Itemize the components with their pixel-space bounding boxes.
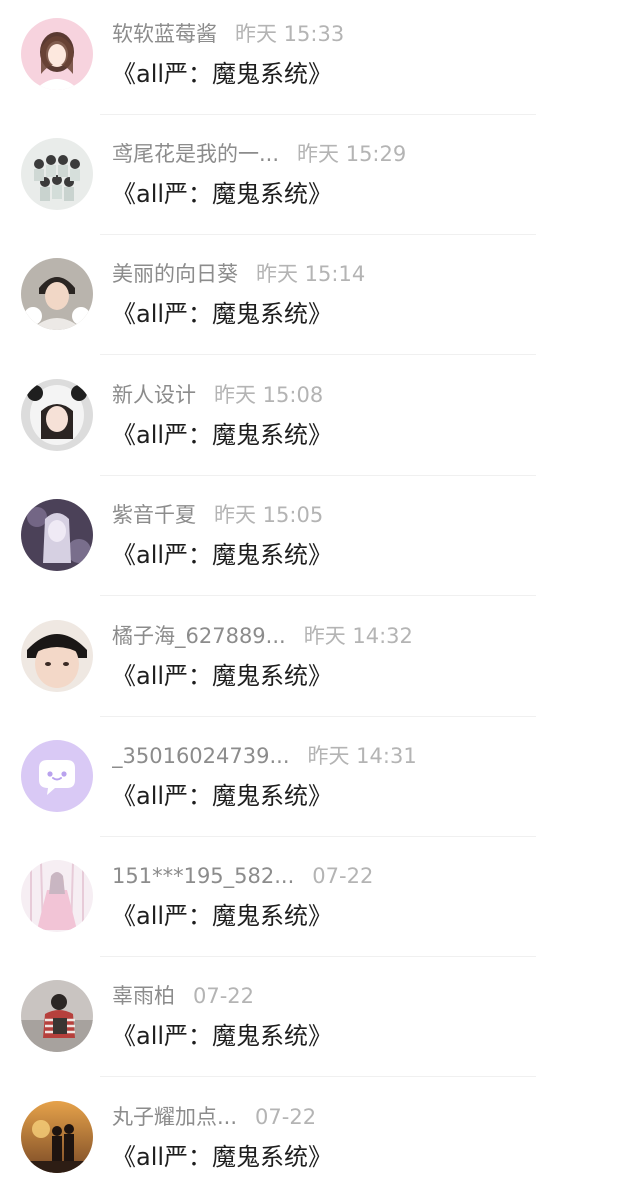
- comment-meta: 丸子耀加点... 07-22: [112, 1101, 316, 1133]
- comment-meta: 鸢尾花是我的一... 昨天 15:29: [112, 138, 406, 170]
- timestamp: 昨天 15:14: [256, 262, 366, 286]
- timestamp: 昨天 14:32: [303, 624, 413, 648]
- comment-text: 《all严：魔鬼系统》: [112, 541, 333, 569]
- comment-text: 《all严：魔鬼系统》: [112, 60, 333, 88]
- comment-meta: 橘子海_627889... 昨天 14:32: [112, 620, 413, 652]
- username[interactable]: 软软蓝莓酱: [112, 18, 217, 50]
- comment-meta: 紫音千夏 昨天 15:05: [112, 499, 323, 531]
- divider: [100, 716, 536, 717]
- comment-item[interactable]: 151***195_582... 07-22 《all严：魔鬼系统》: [0, 842, 640, 962]
- username[interactable]: 丸子耀加点...: [112, 1101, 237, 1133]
- comment-meta: _35016024739... 昨天 14:31: [112, 740, 417, 772]
- comment-item[interactable]: 美丽的向日葵 昨天 15:14 《all严：魔鬼系统》: [0, 240, 640, 360]
- timestamp: 昨天 15:08: [214, 383, 324, 407]
- username[interactable]: 紫音千夏: [112, 499, 196, 531]
- avatar-default-chat-bubble[interactable]: [21, 740, 93, 812]
- avatar-group-photo[interactable]: [21, 138, 93, 210]
- comment-item[interactable]: 新人设计 昨天 15:08 《all严：魔鬼系统》: [0, 361, 640, 481]
- timestamp: 昨天 15:29: [297, 142, 407, 166]
- comment-text: 《all严：魔鬼系统》: [112, 1022, 333, 1050]
- avatar-purple-anime[interactable]: [21, 499, 93, 571]
- comment-list: 软软蓝莓酱 昨天 15:33 《all严：魔鬼系统》 鸢尾花是我的一... 昨天…: [0, 0, 640, 1196]
- username[interactable]: _35016024739...: [112, 740, 290, 772]
- comment-text: 《all严：魔鬼系统》: [112, 782, 333, 810]
- username[interactable]: 辜雨柏: [112, 980, 175, 1012]
- comment-meta: 151***195_582... 07-22: [112, 860, 373, 892]
- comment-meta: 辜雨柏 07-22: [112, 980, 254, 1012]
- comment-item[interactable]: 橘子海_627889... 昨天 14:32 《all严：魔鬼系统》: [0, 602, 640, 722]
- comment-text: 《all严：魔鬼系统》: [112, 902, 333, 930]
- comment-text: 《all严：魔鬼系统》: [112, 421, 333, 449]
- avatar-boy-portrait[interactable]: [21, 258, 93, 330]
- timestamp: 昨天 14:31: [307, 744, 417, 768]
- divider: [100, 836, 536, 837]
- comment-meta: 新人设计 昨天 15:08: [112, 379, 323, 411]
- comment-meta: 软软蓝莓酱 昨天 15:33: [112, 18, 344, 50]
- divider: [100, 595, 536, 596]
- divider: [100, 354, 536, 355]
- comment-text: 《all严：魔鬼系统》: [112, 300, 333, 328]
- avatar-person-back[interactable]: [21, 980, 93, 1052]
- timestamp: 07-22: [255, 1105, 317, 1129]
- timestamp: 07-22: [193, 984, 255, 1008]
- timestamp: 昨天 15:33: [235, 22, 345, 46]
- comment-item[interactable]: 鸢尾花是我的一... 昨天 15:29 《all严：魔鬼系统》: [0, 120, 640, 240]
- comment-item[interactable]: 软软蓝莓酱 昨天 15:33 《all严：魔鬼系统》: [0, 0, 640, 120]
- comment-item[interactable]: 丸子耀加点... 07-22 《all严：魔鬼系统》: [0, 1083, 640, 1203]
- avatar-anime-girl-dress[interactable]: [21, 860, 93, 932]
- avatar-anime-girl-pink[interactable]: [21, 18, 93, 90]
- avatar-couple-sunset[interactable]: [21, 1101, 93, 1173]
- comment-item[interactable]: 辜雨柏 07-22 《all严：魔鬼系统》: [0, 962, 640, 1082]
- username[interactable]: 151***195_582...: [112, 860, 294, 892]
- divider: [100, 234, 536, 235]
- divider: [100, 475, 536, 476]
- comment-item[interactable]: _35016024739... 昨天 14:31 《all严：魔鬼系统》: [0, 722, 640, 842]
- divider: [100, 114, 536, 115]
- divider: [100, 1076, 536, 1077]
- comment-item[interactable]: 紫音千夏 昨天 15:05 《all严：魔鬼系统》: [0, 481, 640, 601]
- timestamp: 07-22: [312, 864, 374, 888]
- comment-meta: 美丽的向日葵 昨天 15:14: [112, 258, 365, 290]
- comment-text: 《all严：魔鬼系统》: [112, 180, 333, 208]
- comment-text: 《all严：魔鬼系统》: [112, 662, 333, 690]
- username[interactable]: 橘子海_627889...: [112, 620, 286, 652]
- divider: [100, 956, 536, 957]
- comment-text: 《all严：魔鬼系统》: [112, 1143, 333, 1171]
- avatar-girl-panda-hood[interactable]: [21, 379, 93, 451]
- username[interactable]: 鸢尾花是我的一...: [112, 138, 279, 170]
- timestamp: 昨天 15:05: [214, 503, 324, 527]
- username[interactable]: 新人设计: [112, 379, 196, 411]
- avatar-boy-closeup[interactable]: [21, 620, 93, 692]
- username[interactable]: 美丽的向日葵: [112, 258, 238, 290]
